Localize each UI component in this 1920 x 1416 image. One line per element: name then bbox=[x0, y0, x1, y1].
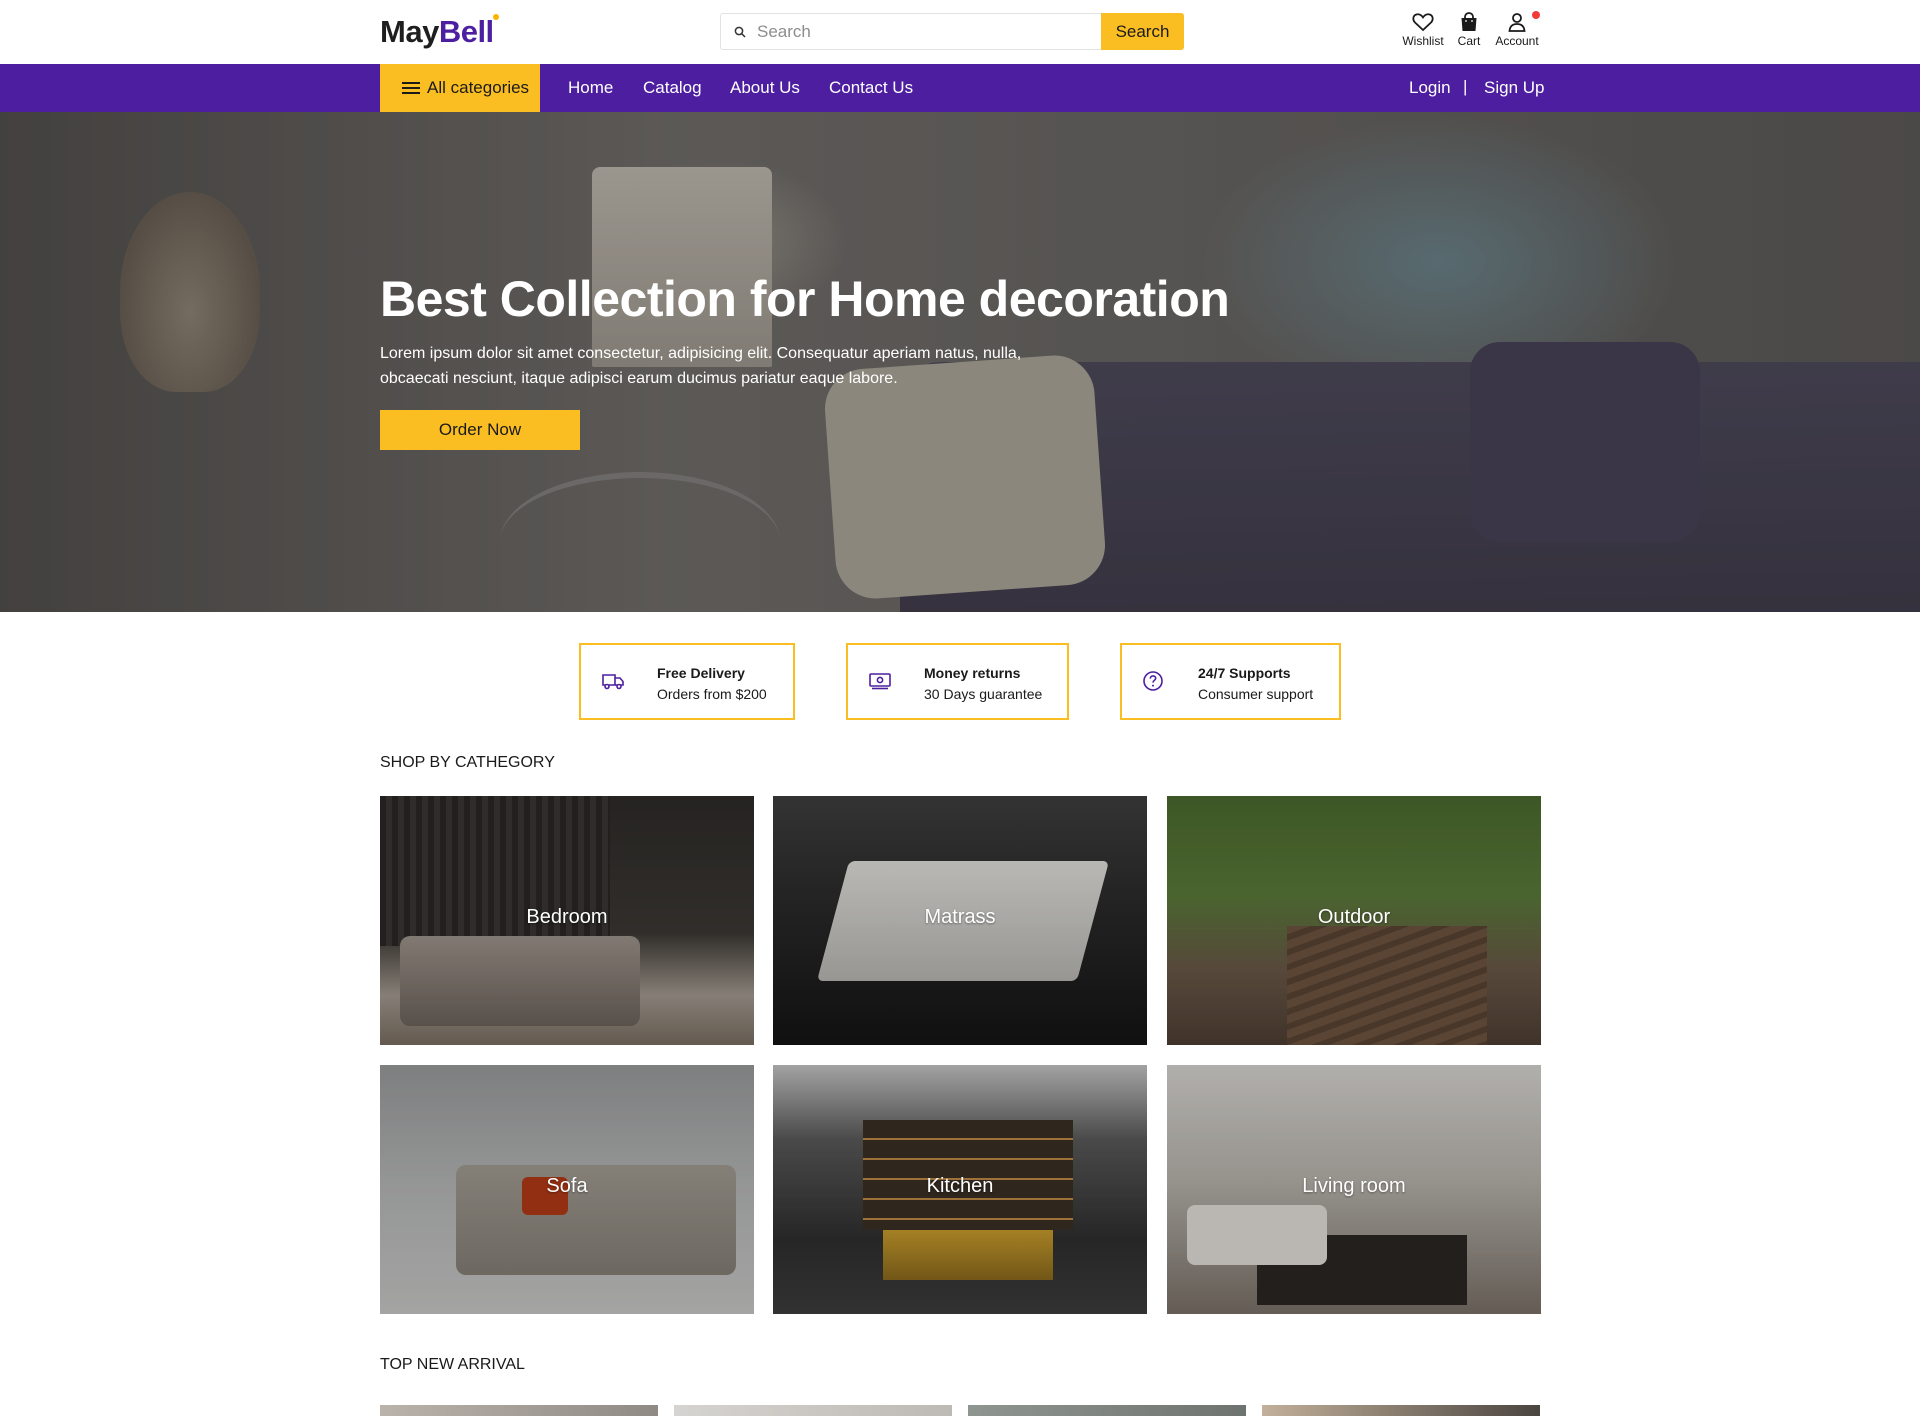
arrival-product-image[interactable] bbox=[674, 1405, 952, 1416]
hero-banner: Best Collection for Home decoration Lore… bbox=[0, 112, 1920, 612]
feature-subtitle: 30 Days guarantee bbox=[924, 686, 1043, 702]
nav-link-contact[interactable]: Contact Us bbox=[829, 78, 913, 98]
cart-label: Cart bbox=[1457, 34, 1481, 48]
category-label: Bedroom bbox=[526, 906, 608, 928]
feature-subtitle: Consumer support bbox=[1198, 686, 1314, 702]
category-label: Matrass bbox=[924, 906, 996, 928]
category-card-kitchen[interactable]: Kitchen bbox=[773, 1065, 1147, 1314]
feature-title: 24/7 Supports bbox=[1198, 665, 1291, 681]
heart-icon bbox=[1412, 13, 1434, 32]
category-card-matrass[interactable]: Matrass bbox=[773, 796, 1147, 1045]
nav-separator: | bbox=[1463, 77, 1468, 96]
search-input[interactable] bbox=[757, 14, 1097, 49]
arrival-product-image[interactable] bbox=[380, 1405, 658, 1416]
site-header: MayBell Search Wishlist Cart Account bbox=[0, 0, 1920, 64]
wishlist-button[interactable]: Wishlist bbox=[1400, 12, 1446, 48]
feature-supports: 24/7 Supports Consumer support bbox=[1120, 643, 1341, 720]
logo-part-bell: Bell bbox=[438, 14, 494, 49]
feature-money-returns: Money returns 30 Days guarantee bbox=[846, 643, 1069, 720]
top-new-arrival-title: TOP NEW ARRIVAL bbox=[380, 1356, 525, 1373]
wishlist-label: Wishlist bbox=[1402, 34, 1444, 48]
signup-link[interactable]: Sign Up bbox=[1484, 78, 1544, 98]
all-categories-button[interactable]: All categories bbox=[380, 64, 540, 112]
logo[interactable]: MayBell bbox=[380, 14, 499, 50]
hero-text: Lorem ipsum dolor sit amet consectetur, … bbox=[380, 345, 1022, 387]
logo-dot bbox=[492, 14, 499, 20]
search-icon bbox=[734, 26, 746, 38]
money-icon bbox=[869, 673, 891, 690]
menu-icon bbox=[402, 82, 420, 94]
feature-free-delivery: Free Delivery Orders from $200 bbox=[579, 643, 795, 720]
search-button[interactable]: Search bbox=[1101, 13, 1184, 50]
account-label: Account bbox=[1495, 34, 1539, 48]
category-label: Living room bbox=[1302, 1175, 1406, 1197]
hero-title: Best Collection for Home decoration bbox=[380, 271, 1230, 327]
cart-button[interactable]: Cart bbox=[1452, 12, 1486, 48]
category-label: Kitchen bbox=[926, 1175, 994, 1197]
feature-title: Free Delivery bbox=[657, 665, 745, 681]
nav-link-catalog[interactable]: Catalog bbox=[643, 78, 702, 98]
login-link[interactable]: Login bbox=[1409, 78, 1451, 98]
category-label: Sofa bbox=[546, 1175, 588, 1197]
order-now-button[interactable]: Order Now bbox=[380, 410, 580, 450]
account-button[interactable]: Account bbox=[1490, 11, 1544, 48]
arrival-product-image[interactable] bbox=[968, 1405, 1246, 1416]
user-icon bbox=[1508, 13, 1526, 32]
logo-part-may: May bbox=[380, 14, 439, 49]
search-bar: Search bbox=[720, 13, 1184, 50]
shop-by-category-title: SHOP BY CATHEGORY bbox=[380, 754, 555, 771]
feature-subtitle: Orders from $200 bbox=[657, 686, 767, 702]
notification-dot bbox=[1532, 11, 1540, 19]
category-label: Outdoor bbox=[1317, 906, 1391, 928]
main-nav: All categories Home Catalog About Us Con… bbox=[0, 64, 1920, 112]
category-card-bedroom[interactable]: Bedroom bbox=[380, 796, 754, 1045]
category-card-outdoor[interactable]: Outdoor bbox=[1167, 796, 1541, 1045]
category-card-living-room[interactable]: Living room bbox=[1167, 1065, 1541, 1314]
category-card-sofa[interactable]: Sofa bbox=[380, 1065, 754, 1314]
truck-icon bbox=[602, 674, 624, 690]
arrival-product-image[interactable] bbox=[1262, 1405, 1540, 1416]
all-categories-label: All categories bbox=[427, 78, 530, 97]
nav-link-home[interactable]: Home bbox=[568, 78, 613, 98]
feature-title: Money returns bbox=[924, 665, 1021, 681]
help-circle-icon bbox=[1143, 671, 1163, 691]
bag-icon bbox=[1461, 12, 1477, 31]
nav-link-about[interactable]: About Us bbox=[730, 78, 800, 98]
